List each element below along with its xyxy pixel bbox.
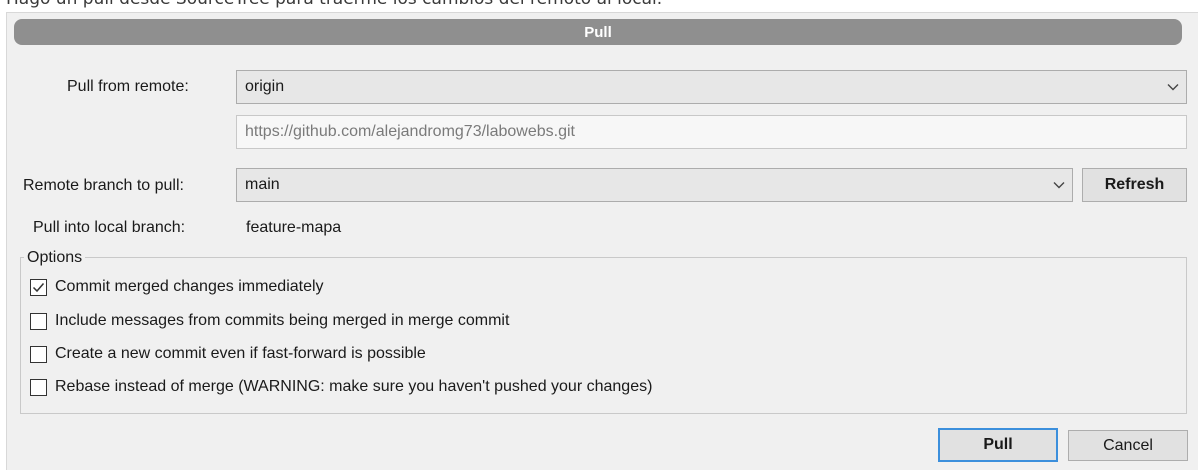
remote-select-value: origin	[245, 78, 285, 95]
remote-select[interactable]: origin	[236, 70, 1187, 104]
checkbox[interactable]	[30, 378, 47, 396]
option-include-messages[interactable]: Include messages from commits being merg…	[30, 310, 509, 332]
pull-from-remote-label: Pull from remote:	[67, 78, 189, 95]
dialog-title: Pull	[584, 23, 612, 41]
options-legend: Options	[24, 249, 86, 267]
option-label: Create a new commit even if fast-forward…	[55, 345, 426, 362]
remote-branch-value: main	[245, 176, 280, 193]
refresh-button[interactable]: Refresh	[1082, 168, 1187, 202]
remote-branch-select[interactable]: main	[236, 168, 1073, 202]
remote-url-text: https://github.com/alejandromg73/laboweb…	[245, 123, 575, 140]
remote-branch-label: Remote branch to pull:	[23, 177, 184, 194]
local-branch-value: feature-mapa	[246, 219, 342, 236]
local-branch-label: Pull into local branch:	[33, 219, 186, 236]
chevron-down-icon	[1046, 181, 1072, 189]
checkbox[interactable]	[30, 345, 47, 363]
cancel-button[interactable]: Cancel	[1068, 430, 1188, 461]
option-label: Commit merged changes immediately	[55, 278, 324, 295]
chevron-down-icon	[1160, 83, 1186, 91]
option-no-fast-forward[interactable]: Create a new commit even if fast-forward…	[30, 343, 426, 365]
remote-url-field: https://github.com/alejandromg73/laboweb…	[236, 115, 1187, 149]
page-caption: Hago un pull desde SourceTree para traer…	[6, 0, 1186, 11]
option-commit-immediately[interactable]: Commit merged changes immediately	[30, 276, 324, 298]
checkbox-checked[interactable]	[30, 278, 47, 296]
checkbox[interactable]	[30, 312, 47, 330]
option-rebase[interactable]: Rebase instead of merge (WARNING: make s…	[30, 376, 652, 398]
option-label: Rebase instead of merge (WARNING: make s…	[55, 378, 653, 395]
pull-button[interactable]: Pull	[938, 428, 1058, 462]
option-label: Include messages from commits being merg…	[55, 312, 510, 329]
dialog-title-bar: Pull	[14, 19, 1182, 45]
